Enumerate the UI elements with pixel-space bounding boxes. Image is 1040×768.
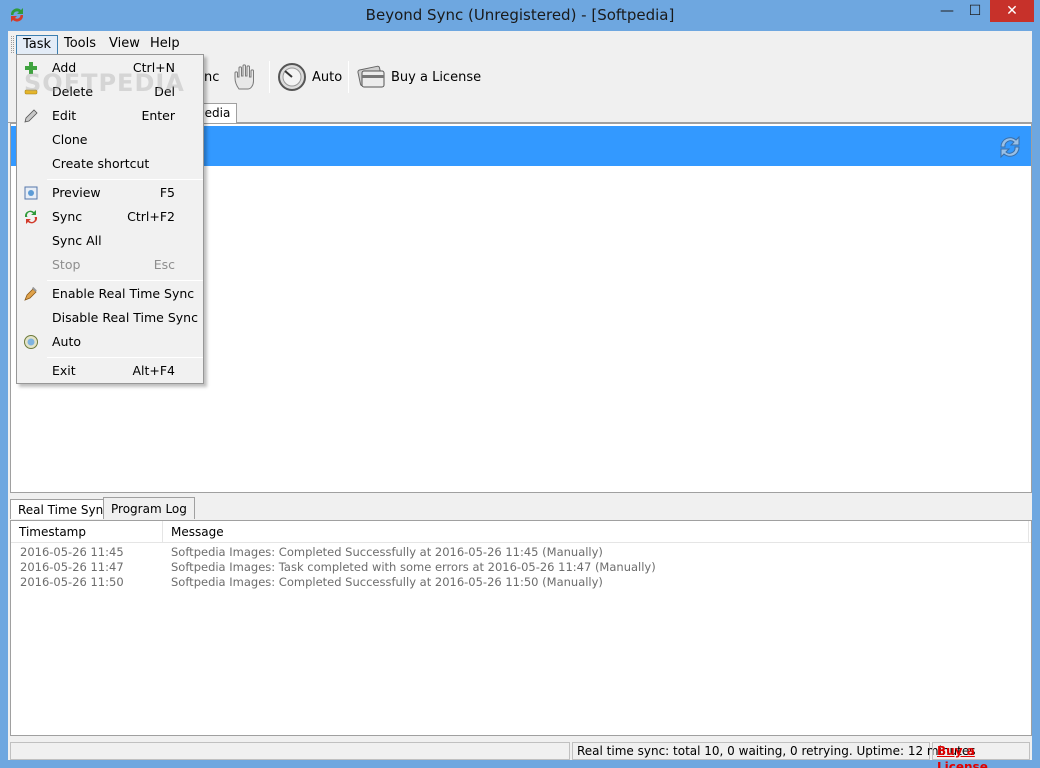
menu-item-shortcut: Ctrl+N: [132, 60, 175, 75]
menu-item-label: Clone: [52, 132, 88, 147]
menu-item-label: Edit: [52, 108, 77, 123]
menu-item-clone[interactable]: Clone: [19, 129, 203, 151]
menu-item-label: Exit: [52, 363, 76, 378]
title-bar[interactable]: Beyond Sync (Unregistered) - [Softpedia]…: [0, 0, 1040, 31]
log-timestamp: 2016-05-26 11:47: [20, 560, 124, 574]
menu-separator: [47, 179, 203, 180]
menu-item-label: Sync: [52, 209, 83, 224]
status-panel-empty: [10, 742, 570, 760]
menu-separator: [47, 357, 203, 358]
menu-tools[interactable]: Tools: [58, 35, 102, 55]
menu-item-shortcut: F5: [159, 185, 175, 200]
menu-task[interactable]: Task: [16, 35, 59, 55]
preview-icon: [24, 186, 38, 200]
minimize-button[interactable]: —: [932, 0, 962, 22]
menu-item-label: Add: [52, 60, 77, 75]
auto-gauge-icon[interactable]: [276, 61, 308, 93]
menu-item-edit[interactable]: Edit Enter: [19, 105, 203, 127]
menu-item-label: Auto: [52, 334, 82, 349]
menu-item-exit[interactable]: Exit Alt+F4: [19, 360, 203, 382]
log-timestamp: 2016-05-26 11:50: [20, 575, 124, 589]
menubar-grip[interactable]: [11, 36, 14, 53]
buy-license-toolbar-button[interactable]: Buy a License: [391, 60, 481, 96]
task-menu-dropdown: Add Ctrl+N Delete Del Edit Enter Clone C…: [16, 54, 204, 384]
menu-item-label: Disable Real Time Sync: [52, 310, 198, 325]
status-buy-license-link[interactable]: Buy a License: [932, 742, 1030, 768]
menu-help[interactable]: Help: [144, 35, 186, 55]
license-card-icon[interactable]: [356, 63, 386, 91]
status-realtime-sync: Real time sync: total 10, 0 waiting, 0 r…: [572, 742, 975, 760]
hand-icon[interactable]: [230, 61, 262, 93]
auto-icon: [24, 335, 38, 349]
bottom-tab-strip: Real Time Sync Program Log: [10, 497, 1032, 519]
toolbar-separator: [348, 61, 349, 93]
menu-item-shortcut: Ctrl+F2: [127, 209, 175, 224]
menu-item-label: Stop: [52, 257, 81, 272]
log-row[interactable]: 2016-05-26 11:47 Softpedia Images: Task …: [11, 560, 1031, 575]
menu-item-disable-real-time-sync[interactable]: Disable Real Time Sync: [19, 307, 203, 329]
plus-icon: [25, 62, 37, 74]
menu-item-delete[interactable]: Delete Del: [19, 81, 203, 103]
column-header-message[interactable]: Message: [163, 521, 1029, 543]
log-message: Softpedia Images: Completed Successfully…: [171, 575, 603, 589]
log-message: Softpedia Images: Task completed with so…: [171, 560, 656, 574]
menu-item-shortcut: Esc: [153, 257, 175, 272]
menu-item-shortcut: Del: [154, 84, 175, 99]
minus-icon: [24, 89, 38, 95]
auto-button[interactable]: Auto: [312, 60, 342, 96]
menu-item-shortcut: Enter: [141, 108, 175, 123]
sync-icon: [24, 210, 38, 224]
menu-item-label: Enable Real Time Sync: [52, 286, 195, 301]
status-bar: Real time sync: total 10, 0 waiting, 0 r…: [8, 740, 1032, 768]
log-header: Timestamp Message: [11, 521, 1031, 543]
sync-status-icon: [1000, 135, 1020, 159]
log-row[interactable]: 2016-05-26 11:50 Softpedia Images: Compl…: [11, 575, 1031, 590]
menu-item-auto[interactable]: Auto: [19, 331, 203, 353]
menu-item-label: Create shortcut: [52, 156, 150, 171]
pencil-icon: [24, 109, 38, 123]
menu-item-preview[interactable]: Preview F5: [19, 182, 203, 204]
toolbar-separator: [269, 61, 270, 93]
app-window: Beyond Sync (Unregistered) - [Softpedia]…: [0, 0, 1040, 768]
log-message: Softpedia Images: Completed Successfully…: [171, 545, 603, 559]
tab-real-time-sync[interactable]: Real Time Sync: [10, 499, 118, 519]
menu-item-add[interactable]: Add Ctrl+N: [19, 57, 203, 79]
toolbar-sync-button[interactable]: nc: [204, 60, 219, 96]
menu-item-create-shortcut[interactable]: Create shortcut: [19, 153, 203, 175]
menu-item-label: Sync All: [52, 233, 102, 248]
log-timestamp: 2016-05-26 11:45: [20, 545, 124, 559]
tab-program-log[interactable]: Program Log: [103, 497, 195, 519]
close-button[interactable]: ✕: [990, 0, 1034, 22]
menu-item-sync[interactable]: Sync Ctrl+F2: [19, 206, 203, 228]
menu-item-stop: Stop Esc: [19, 254, 203, 276]
menu-item-sync-all[interactable]: Sync All: [19, 230, 203, 252]
column-header-timestamp[interactable]: Timestamp: [11, 521, 163, 543]
menu-item-enable-real-time-sync[interactable]: Enable Real Time Sync: [19, 283, 203, 305]
log-row[interactable]: 2016-05-26 11:45 Softpedia Images: Compl…: [11, 545, 1031, 560]
menu-separator: [47, 280, 203, 281]
menu-bar: Task Tools View Help: [8, 33, 1032, 55]
maximize-button[interactable]: ☐: [960, 0, 990, 22]
window-title: Beyond Sync (Unregistered) - [Softpedia]: [365, 6, 675, 24]
realtime-icon: [24, 286, 37, 301]
toolbar-sync-label: nc: [204, 70, 220, 85]
menu-item-label: Delete: [52, 84, 94, 99]
menu-item-label: Preview: [52, 185, 101, 200]
program-log-panel[interactable]: Timestamp Message 2016-05-26 11:45 Softp…: [10, 520, 1032, 736]
menu-item-shortcut: Alt+F4: [132, 363, 175, 378]
menu-view[interactable]: View: [103, 35, 146, 55]
